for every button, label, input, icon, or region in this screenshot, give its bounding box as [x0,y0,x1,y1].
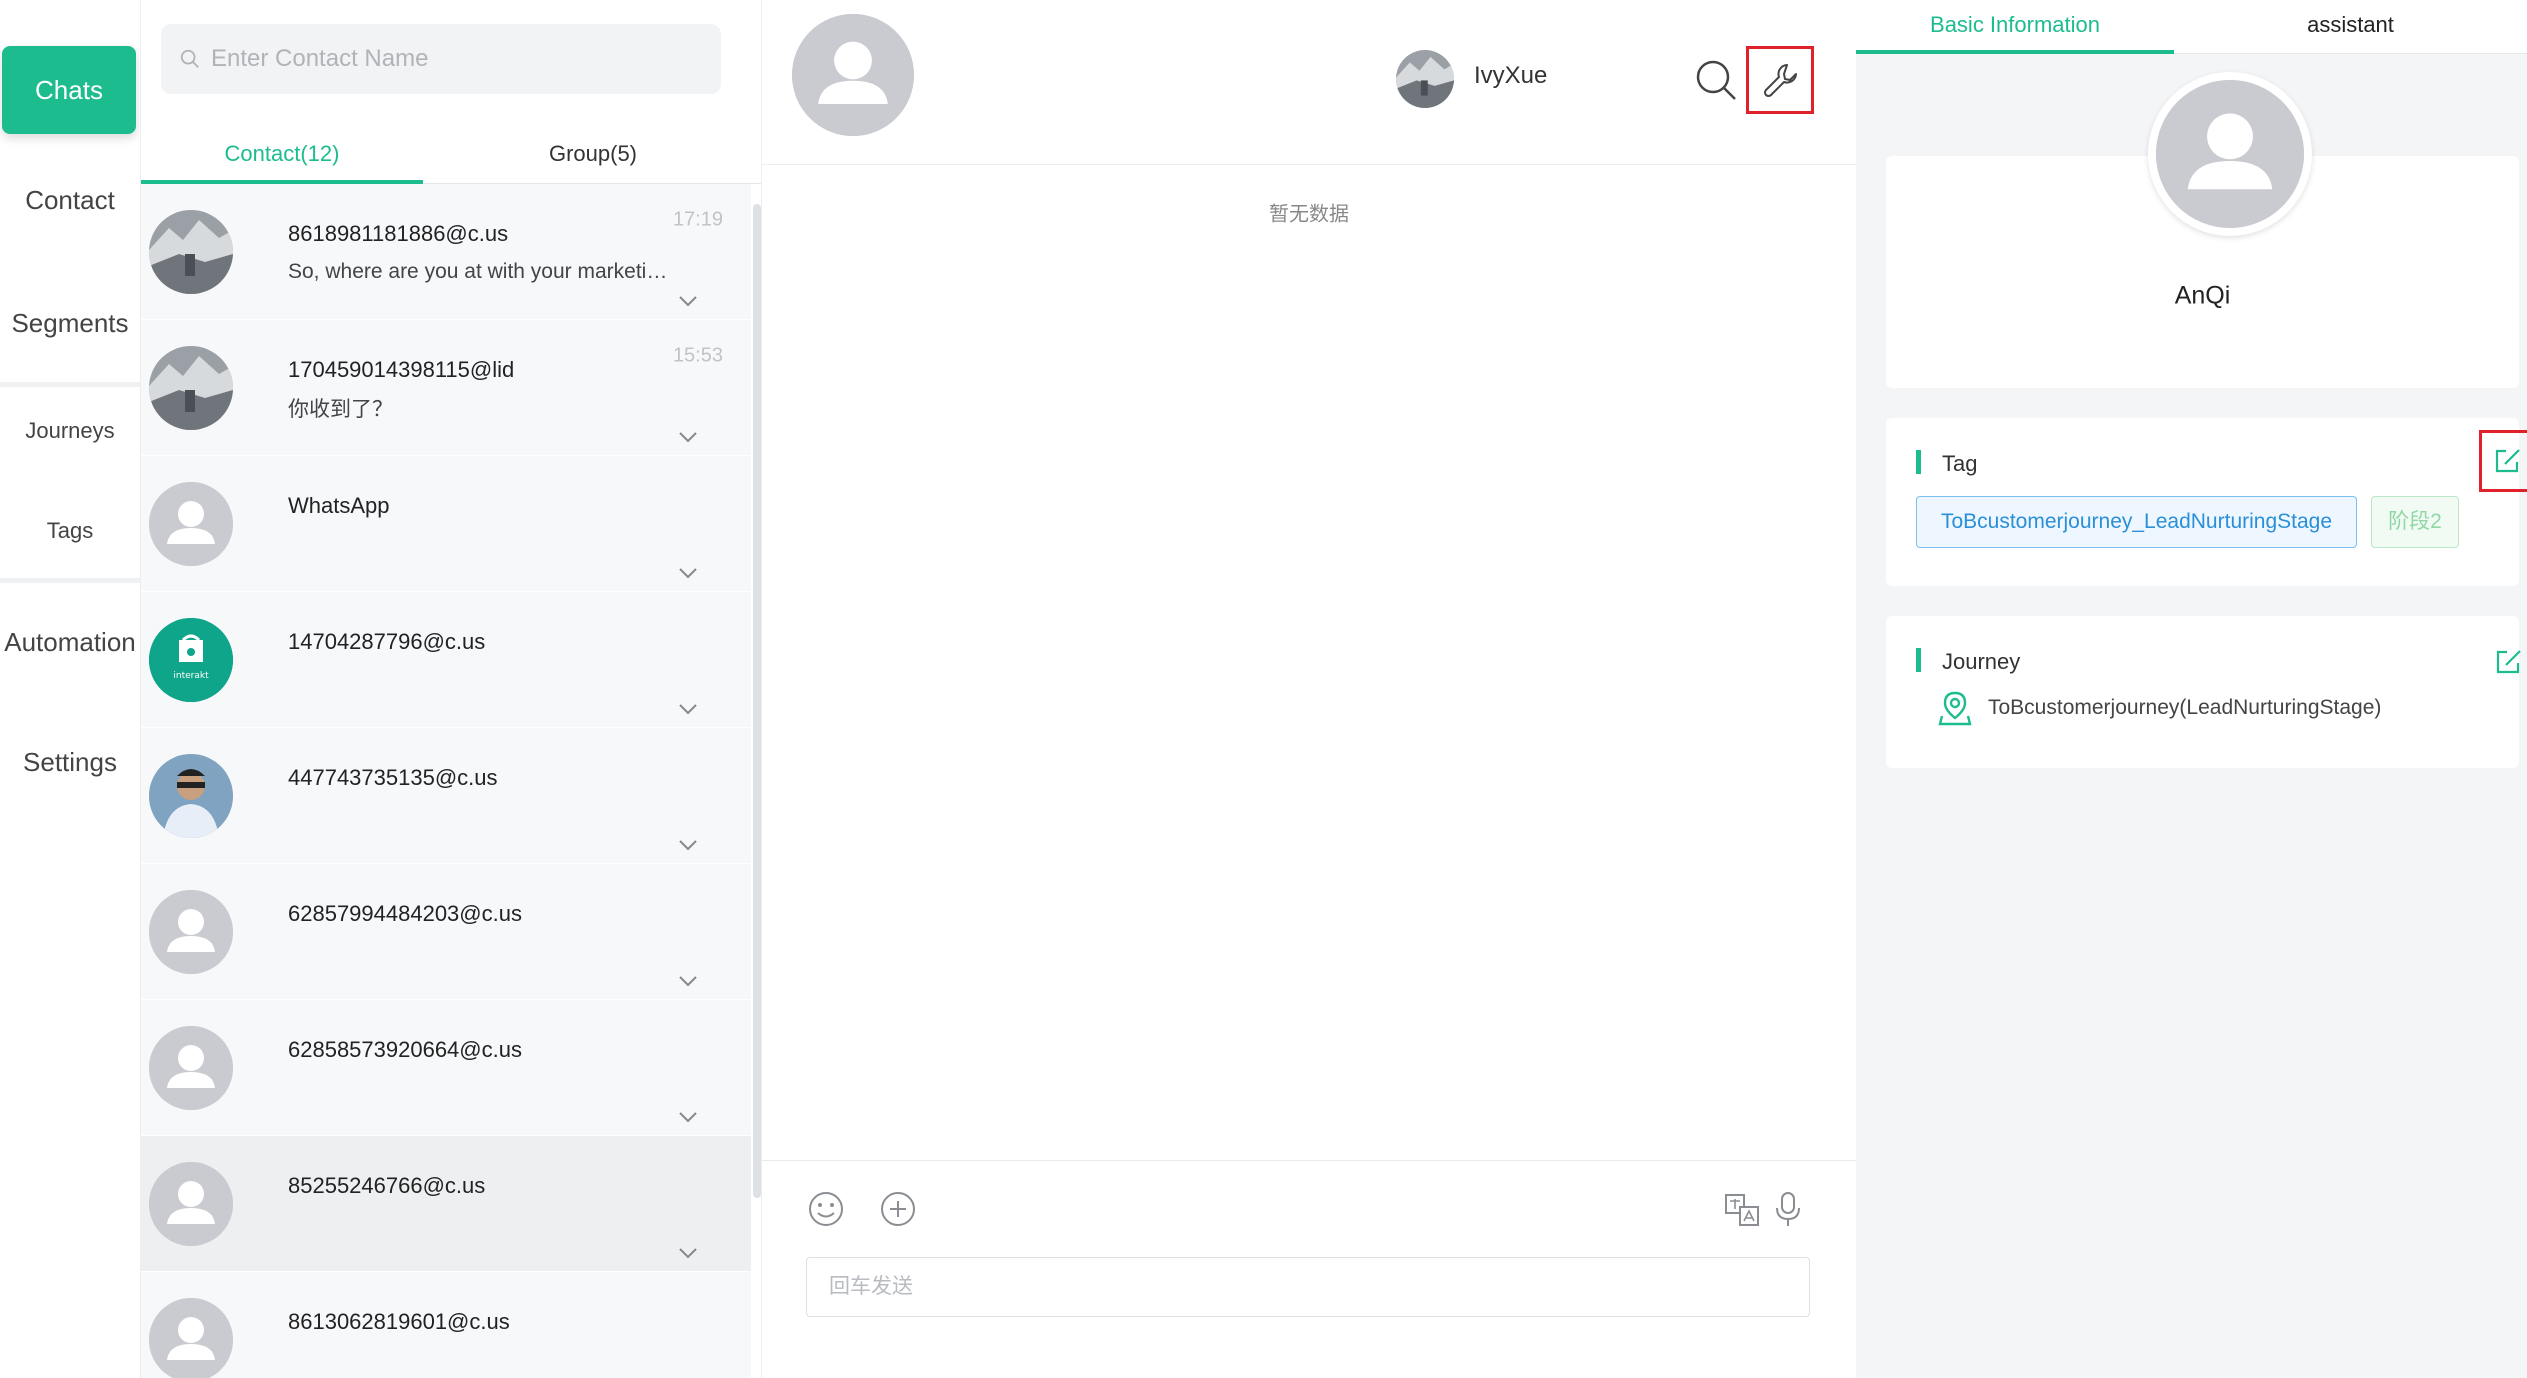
contact-last-message: 你收到了？ [288,398,393,421]
add-attachment-icon[interactable] [878,1189,918,1229]
edit-tags-button[interactable] [2479,430,2527,492]
search-icon [180,49,199,68]
info-tabs: Basic Information assistant [1856,0,2527,54]
section-accent-bar [1916,648,1921,672]
nav-item-automation[interactable]: Automation [0,627,140,658]
tab-group[interactable]: Group(5) [423,136,761,184]
tab-assistant[interactable]: assistant [2174,0,2527,54]
contact-name: 85255246766@c.us [288,1173,486,1198]
agent-name: IvyXue [1474,62,1548,89]
search-icon[interactable] [1694,58,1738,102]
microphone-icon[interactable] [1768,1189,1808,1229]
tab-contact[interactable]: Contact(12) [141,136,423,184]
chat-area: IvyXue 暂无数据 [762,0,1856,1378]
profile-name: AnQi [2174,281,2231,310]
contact-name: 8618981181886@c.us [288,221,509,246]
chat-header: IvyXue [762,0,1856,165]
nav-item-contact[interactable]: Contact [0,185,140,216]
edit-icon [2496,650,2521,674]
emoji-icon[interactable] [806,1189,846,1229]
nav-item-settings[interactable]: Settings [0,747,140,778]
contact-row[interactable]: interakt 14704287796@c.us [141,592,751,728]
interakt-logo-text: interakt [173,671,209,681]
contact-search-input[interactable] [211,45,691,73]
empty-messages-text: 暂无数据 [1269,203,1349,226]
nav-divider [0,578,140,583]
tab-basic-information[interactable]: Basic Information [1856,0,2174,54]
nav-item-segments[interactable]: Segments [0,308,140,339]
default-user-icon [149,482,233,566]
contact-avatar-photo [149,754,233,838]
contact-name: 8613062819601@c.us [288,1309,510,1334]
contact-name: 447743735135@c.us [288,765,498,790]
nav-item-tags[interactable]: Tags [0,518,140,544]
nav-item-journeys[interactable]: Journeys [0,418,140,444]
profile-avatar [2148,72,2312,236]
journey-value: ToBcustomerjourney(LeadNurturingStage) [1988,696,2382,719]
contact-time: 15:53 [672,344,723,367]
contact-name: 62857994484203@c.us [288,901,522,926]
interakt-logo-icon: interakt [149,618,233,702]
wrench-icon [1763,64,1797,98]
chevron-down-icon[interactable] [677,1110,699,1124]
contact-row[interactable]: 8618981181886@c.us So, where are you at … [141,184,751,320]
contact-name: 170459014398115@lid [288,357,515,382]
default-user-icon [149,1162,233,1246]
main-nav: Chats Contact Segments Journeys Tags Aut… [0,0,140,1378]
contact-name: 62858573920664@c.us [288,1037,522,1062]
contact-row[interactable]: 62857994484203@c.us [141,864,751,1000]
tag-section-title: Tag [1942,451,1978,476]
contact-list: 8618981181886@c.us So, where are you at … [141,184,751,1378]
contact-row[interactable]: 85255246766@c.us [141,1136,751,1272]
message-composer [762,1160,1856,1378]
contact-row[interactable]: 447743735135@c.us [141,728,751,864]
contact-row[interactable]: 8613062819601@c.us [141,1272,751,1378]
chevron-down-icon[interactable] [677,566,699,580]
contact-row[interactable]: 170459014398115@lid 你收到了？ 15:53 [141,320,751,456]
tag-chip[interactable]: ToBcustomerjourney_LeadNurturingStage [1916,496,2357,548]
chevron-down-icon[interactable] [677,1246,699,1260]
contact-row[interactable]: WhatsApp [141,456,751,592]
map-pin-icon [1938,691,1972,726]
contact-name: 14704287796@c.us [288,629,486,654]
default-user-icon [149,890,233,974]
contact-last-message: So, where are you at with your marketi… [288,260,668,283]
profile-card: AnQi [1886,72,2519,388]
contact-list-scrollbar[interactable] [753,204,761,1198]
chevron-down-icon[interactable] [677,838,699,852]
nav-item-chats[interactable]: Chats [2,46,136,134]
tag-card: Tag ToBcustomerjourney_LeadNurturingStag… [1886,418,2527,586]
contacts-panel: Contact(12) Group(5) 8618981181886@c.us … [140,0,762,1378]
default-user-icon [149,1298,233,1378]
translate-icon[interactable] [1722,1189,1762,1229]
contact-row[interactable]: 62858573920664@c.us [141,1000,751,1136]
journey-section-title: Journey [1942,649,2021,674]
contact-avatar-photo [149,210,233,294]
chevron-down-icon[interactable] [677,702,699,716]
chat-contact-avatar [792,14,914,136]
section-accent-bar [1916,450,1921,474]
edit-journey-button[interactable] [2489,642,2527,682]
default-user-icon [149,1026,233,1110]
nav-divider [0,382,140,387]
tools-button[interactable] [1746,46,1814,114]
message-input[interactable] [806,1257,1810,1317]
contact-avatar-photo [149,346,233,430]
chevron-down-icon[interactable] [677,430,699,444]
chevron-down-icon[interactable] [677,974,699,988]
contact-time: 17:19 [672,208,723,231]
edit-icon [2495,449,2520,473]
journey-card: Journey ToBcustomerjourney(LeadNurturing… [1886,616,2521,768]
agent-avatar [1396,50,1454,108]
contact-search-box[interactable] [161,24,721,94]
chevron-down-icon[interactable] [677,294,699,308]
tag-chip[interactable]: 阶段2 [2371,496,2459,548]
contact-info-panel: Basic Information assistant AnQi Tag ToB… [1856,0,2527,1378]
contact-name: WhatsApp [288,493,390,518]
